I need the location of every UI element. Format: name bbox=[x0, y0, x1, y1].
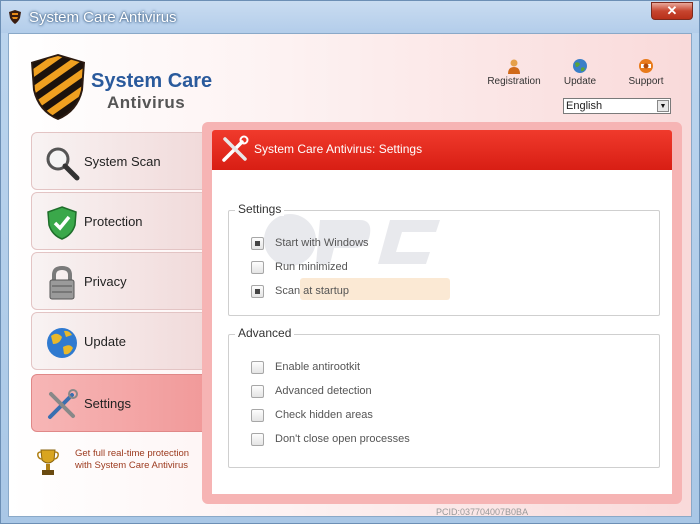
enable-antirootkit-checkbox[interactable] bbox=[251, 361, 264, 374]
window-title: System Care Antivirus bbox=[29, 9, 177, 26]
dont-close-processes-checkbox[interactable] bbox=[251, 433, 264, 446]
advanced-group: Advanced Enable antirootkit Advanced det… bbox=[228, 326, 660, 468]
registration-link[interactable]: Registration bbox=[479, 58, 549, 87]
language-select[interactable]: English ▼ bbox=[563, 98, 671, 114]
tools-icon bbox=[222, 135, 249, 162]
advanced-detection-label: Advanced detection bbox=[275, 385, 372, 397]
run-minimized-checkbox[interactable] bbox=[251, 261, 264, 274]
nav-label-system-scan: System Scan bbox=[84, 154, 161, 169]
dont-close-processes-label: Don't close open processes bbox=[275, 433, 410, 445]
nav-item-system-scan[interactable]: System Scan bbox=[31, 132, 205, 190]
logo-subtitle: Antivirus bbox=[107, 93, 186, 112]
chevron-down-icon[interactable]: ▼ bbox=[657, 100, 669, 112]
trophy-icon bbox=[37, 449, 59, 475]
start-with-windows-checkbox[interactable] bbox=[251, 237, 264, 250]
start-with-windows-label: Start with Windows bbox=[275, 237, 369, 249]
tools-icon bbox=[48, 389, 78, 419]
check-hidden-areas-checkbox[interactable] bbox=[251, 409, 264, 422]
nav-label-protection: Protection bbox=[84, 214, 143, 229]
logo-shield-icon bbox=[31, 54, 85, 120]
registration-label: Registration bbox=[487, 76, 541, 87]
globe-icon bbox=[573, 59, 587, 73]
settings-group-title: Settings bbox=[235, 202, 285, 216]
advanced-group-title: Advanced bbox=[235, 326, 295, 340]
person-icon bbox=[508, 59, 520, 74]
padlock-icon bbox=[49, 265, 75, 300]
scan-at-startup-label: Scan at startup bbox=[275, 285, 349, 297]
logo-title: System Care bbox=[91, 70, 213, 92]
app-shield-icon bbox=[9, 10, 21, 24]
settings-group: Settings Start with Windows Run minimize… bbox=[228, 202, 660, 316]
support-label: Support bbox=[628, 76, 664, 87]
nav-item-privacy[interactable]: Privacy bbox=[31, 252, 205, 310]
globe-icon bbox=[47, 328, 77, 358]
support-icon bbox=[639, 59, 653, 73]
panel-header: System Care Antivirus: Settings bbox=[212, 130, 672, 170]
nav-item-update[interactable]: Update bbox=[31, 312, 205, 370]
panel-body: Settings Start with Windows Run minimize… bbox=[212, 170, 672, 494]
advanced-detection-checkbox[interactable] bbox=[251, 385, 264, 398]
check-hidden-areas-label: Check hidden areas bbox=[275, 409, 373, 421]
app-window: System Care Antivirus ✕ System Care Anti bbox=[0, 0, 700, 524]
settings-panel: System Care Antivirus: Settings Settings… bbox=[202, 122, 682, 504]
shield-check-icon bbox=[47, 206, 77, 240]
enable-antirootkit-label: Enable antirootkit bbox=[275, 361, 360, 373]
language-value: English bbox=[566, 100, 603, 112]
close-button[interactable]: ✕ bbox=[651, 2, 693, 20]
magnifier-icon bbox=[46, 147, 80, 181]
nav-label-privacy: Privacy bbox=[84, 274, 127, 289]
panel-title: System Care Antivirus: Settings bbox=[254, 142, 423, 156]
nav-label-update: Update bbox=[84, 334, 126, 349]
update-label: Update bbox=[563, 76, 597, 87]
nav-item-protection[interactable]: Protection bbox=[31, 192, 205, 250]
run-minimized-label: Run minimized bbox=[275, 261, 348, 273]
client-area: System Care Antivirus Registration Updat… bbox=[8, 33, 692, 517]
pcid-text: PCID:037704007B0BA bbox=[436, 507, 529, 517]
support-link[interactable]: Support bbox=[611, 58, 681, 87]
scan-at-startup-checkbox[interactable] bbox=[251, 285, 264, 298]
update-link[interactable]: Update bbox=[545, 58, 615, 87]
nav-label-settings: Settings bbox=[84, 396, 131, 411]
promo-text[interactable]: Get full real-time protection with Syste… bbox=[75, 448, 195, 472]
nav-item-settings[interactable]: Settings bbox=[31, 374, 205, 432]
title-bar[interactable]: System Care Antivirus ✕ bbox=[1, 1, 699, 33]
